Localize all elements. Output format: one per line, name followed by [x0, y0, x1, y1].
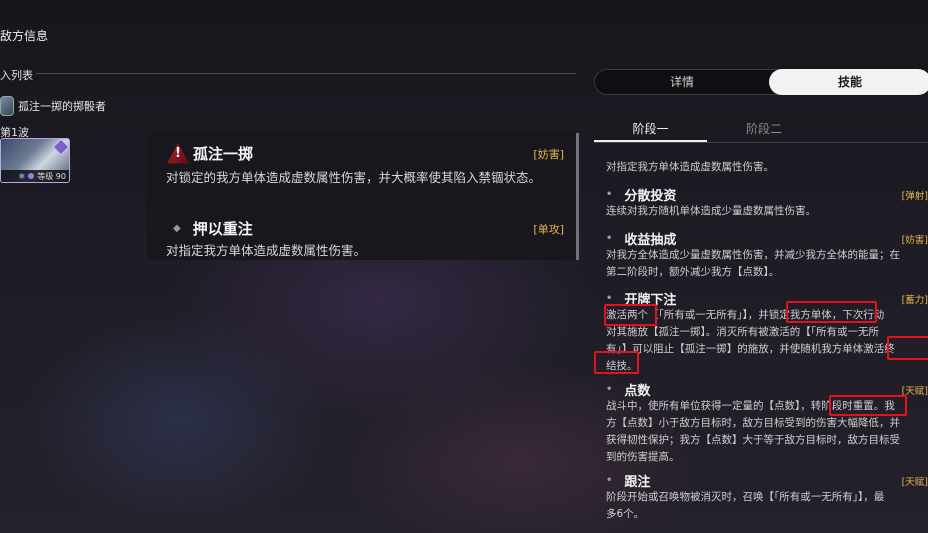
section-divider	[36, 73, 576, 74]
tooltip-skill-tag: [妨害]	[533, 147, 564, 161]
warning-icon: !	[167, 143, 189, 164]
enemy-entry[interactable]: 孤注一掷的掷骰者	[0, 96, 106, 116]
enemy-list-label: 入列表	[0, 69, 33, 82]
bullet-icon: ◆	[173, 223, 181, 234]
enemy-name: 孤注一掷的掷骰者	[18, 100, 106, 113]
tooltip-skill-desc: 对锁定的我方单体造成虚数属性伤害，并大概率使其陷入禁锢状态。	[166, 170, 542, 185]
enemy-level-bar: ❄ 等级 90	[1, 170, 69, 182]
skill-name: 跟注	[624, 475, 651, 490]
skill-item: • 跟注 [天赋]	[600, 471, 928, 490]
skill-tag: [妨害]	[901, 234, 928, 246]
enemy-portrait-icon	[0, 96, 14, 116]
bullet-icon: •	[606, 475, 613, 486]
tooltip-skill-header: ◆ 押以重注 [单攻]	[167, 218, 564, 239]
skill-item: • 收益抽成 [妨害]	[600, 229, 928, 248]
bullet-icon: •	[606, 293, 613, 304]
skill-item: • 分散投资 [弹射]	[600, 185, 928, 204]
skill-desc: 战斗中，使所有单位获得一定量的【点数】，转阶段时重置。我 方【点数】小于敌方目标…	[606, 400, 900, 463]
bullet-icon: •	[606, 189, 613, 200]
tooltip-skill-name: 押以重注	[192, 220, 253, 238]
skill-desc: 连续对我方随机单体造成少量虚数属性伤害。	[606, 205, 816, 217]
skill-name: 分散投资	[624, 189, 677, 204]
tooltip-skill-tag: [单攻]	[533, 222, 564, 236]
quantum-element-icon	[52, 139, 69, 156]
tooltip-skill-name: 孤注一掷	[193, 145, 254, 163]
bullet-icon: •	[606, 233, 613, 244]
skill-tag: [天赋]	[901, 476, 928, 488]
skill-name: 点数	[624, 384, 651, 399]
enemy-level: 等级 90	[37, 171, 66, 181]
skill-item: • 开牌下注 [蓄力]	[600, 289, 928, 308]
panel-tab-switch: 详情 技能	[594, 69, 928, 95]
tab-detail[interactable]: 详情	[595, 70, 769, 94]
page-title: 敌方信息	[0, 29, 49, 43]
tab-stage-2[interactable]: 阶段二	[708, 120, 820, 137]
skill-list[interactable]: 对指定我方单体造成虚数属性伤害。 • 分散投资 [弹射] 连续对我方随机单体造成…	[594, 143, 928, 533]
skill-tag: [蓄力]	[901, 294, 928, 306]
tab-stage-1[interactable]: 阶段一	[594, 120, 707, 137]
skill-name: 收益抽成	[624, 233, 677, 248]
bullet-icon: •	[606, 384, 613, 395]
skill-item: • 点数 [天赋]	[600, 380, 928, 399]
skill-tooltip: ! 孤注一掷 [妨害] 对锁定的我方单体造成虚数属性伤害，并大概率使其陷入禁锢状…	[147, 133, 579, 260]
skill-desc: 对我方全体造成少量虚数属性伤害，并减少我方全体的能量；在 第二阶段时，额外减少我…	[606, 249, 900, 278]
skill-tag: [天赋]	[901, 385, 928, 397]
skill-desc: 对指定我方单体造成虚数属性伤害。	[606, 161, 774, 173]
skill-desc: 激活两个【「所有或一无所有」】，并锁定我方单体，下次行动 对其施放【孤注一掷】。…	[606, 309, 895, 372]
active-stage-indicator	[594, 140, 707, 142]
tab-skills[interactable]: 技能	[769, 69, 928, 95]
enemy-card[interactable]: ❄ 等级 90	[0, 138, 70, 183]
skill-tag: [弹射]	[901, 190, 928, 202]
tooltip-skill-desc: 对指定我方单体造成虚数属性伤害。	[166, 243, 367, 258]
skill-name: 开牌下注	[624, 293, 677, 308]
ice-element-icon: ❄	[18, 171, 26, 181]
weakness-dot-icon	[28, 173, 35, 179]
tooltip-skill-header: ! 孤注一掷 [妨害]	[167, 143, 564, 164]
skill-desc: 阶段开始或召唤物被消灭时，召唤【「所有或一无所有」】，最 多6个。	[606, 491, 885, 520]
